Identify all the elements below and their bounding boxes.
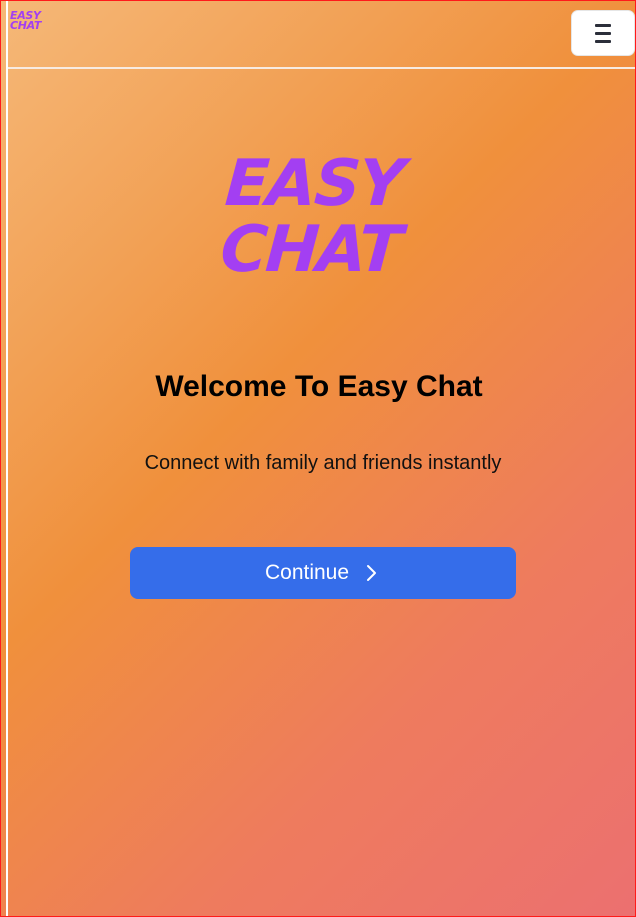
- welcome-brand: Easy Chat: [337, 370, 483, 403]
- hamburger-menu-icon: [595, 23, 611, 43]
- menu-button[interactable]: [571, 10, 635, 56]
- header-divider: [8, 67, 635, 69]
- welcome-prefix: Welcome To: [155, 370, 330, 403]
- top-header: EASY CHAT: [1, 1, 635, 67]
- hero-logo-line1: EASY: [222, 147, 406, 221]
- continue-label: Continue: [264, 561, 350, 584]
- welcome-heading: Welcome To Easy Chat: [1, 367, 635, 407]
- hero-logo-line2: CHAT: [218, 213, 403, 287]
- app-screen: EASY CHAT EASY CHAT Welcome To Easy Chat…: [0, 0, 636, 917]
- welcome-subtitle: Connect with family and friends instantl…: [144, 452, 502, 474]
- hero-logo: EASY CHAT: [218, 147, 437, 287]
- chevron-right-icon: [367, 565, 377, 581]
- continue-button[interactable]: Continue: [130, 547, 516, 599]
- header-logo-line2: CHAT: [10, 19, 42, 32]
- header-logo[interactable]: EASY CHAT: [10, 10, 42, 32]
